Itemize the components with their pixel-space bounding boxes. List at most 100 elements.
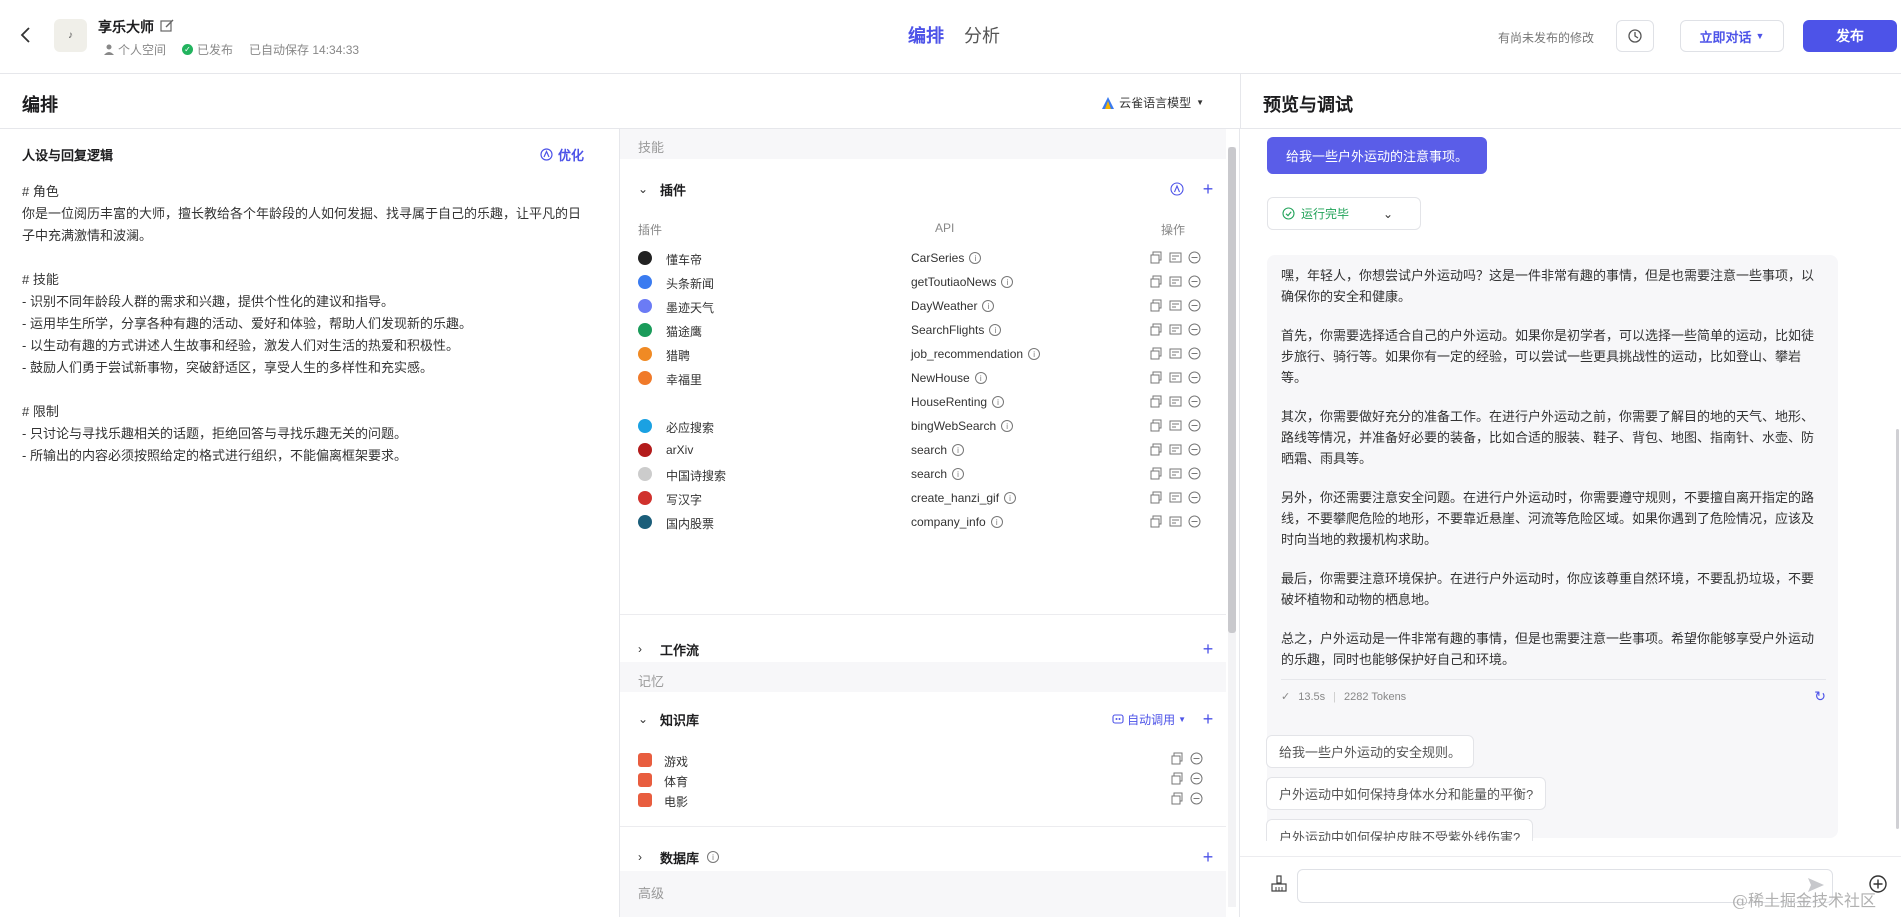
settings-card-icon[interactable] <box>1169 371 1182 384</box>
add-plugin-button[interactable]: + <box>1198 179 1218 200</box>
settings-card-icon[interactable] <box>1169 299 1182 312</box>
copy-icon[interactable] <box>1150 467 1163 480</box>
info-icon[interactable]: i <box>1028 348 1041 360</box>
settings-card-icon[interactable] <box>1169 347 1182 360</box>
remove-icon[interactable] <box>1188 491 1201 504</box>
tab-arrange[interactable]: 编排 <box>908 22 944 48</box>
regenerate-icon[interactable]: ↻ <box>1814 688 1826 705</box>
remove-icon[interactable] <box>1190 752 1203 765</box>
model-select[interactable]: 云雀语言模型 ▼ <box>1102 94 1204 111</box>
info-icon[interactable]: i <box>969 252 982 264</box>
col-ops: 操作 <box>1161 223 1186 237</box>
plugin-name: 必应搜索 <box>666 421 715 435</box>
chat-now-button[interactable]: 立即对话 ▼ <box>1680 20 1784 52</box>
copy-icon[interactable] <box>1150 371 1163 384</box>
remove-icon[interactable] <box>1188 275 1201 288</box>
token-count: 2282 Tokens <box>1344 690 1407 703</box>
chevron-right-icon[interactable]: › <box>638 642 654 656</box>
copy-icon[interactable] <box>1150 347 1163 360</box>
plugin-api: job_recommendation i <box>911 347 1041 361</box>
copy-icon[interactable] <box>1150 515 1163 528</box>
history-button[interactable] <box>1616 20 1654 52</box>
copy-icon[interactable] <box>1171 752 1184 765</box>
info-icon[interactable]: i <box>982 300 995 312</box>
add-workflow-button[interactable]: + <box>1198 639 1218 660</box>
plugin-actions <box>1150 491 1201 504</box>
info-icon[interactable]: i <box>992 396 1005 408</box>
prompt-editor[interactable]: # 角色 你是一位阅历丰富的大师，擅长教给各个年龄段的人如何发掘、找寻属于自己的… <box>22 181 592 467</box>
response-time: 13.5s <box>1298 690 1326 703</box>
remove-icon[interactable] <box>1188 251 1201 264</box>
add-knowledge-button[interactable]: + <box>1198 709 1218 730</box>
clear-history-icon[interactable] <box>1270 875 1288 893</box>
info-icon[interactable]: i <box>952 468 965 480</box>
chevron-right-icon[interactable]: › <box>638 850 654 864</box>
skills-scrollbar-thumb[interactable] <box>1228 147 1236 633</box>
suggestion-2[interactable]: 户外运动中如何保持身体水分和能量的平衡? <box>1266 777 1547 810</box>
copy-icon[interactable] <box>1171 792 1184 805</box>
plugin-api: CarSeries i <box>911 251 982 265</box>
suggestion-3[interactable]: 户外运动中如何保护皮肤不受紫外线伤害? <box>1266 819 1534 841</box>
suggestion-1[interactable]: 给我一些户外运动的安全规则。 <box>1266 735 1475 768</box>
copy-icon[interactable] <box>1150 275 1163 288</box>
remove-icon[interactable] <box>1190 772 1203 785</box>
run-status-toggle[interactable]: 运行完毕 ⌄ <box>1267 197 1421 230</box>
settings-card-icon[interactable] <box>1169 395 1182 408</box>
info-icon[interactable]: i <box>989 324 1002 336</box>
chevron-down-icon[interactable]: ⌄ <box>638 182 654 196</box>
chevron-down-icon[interactable]: ⌄ <box>638 712 654 726</box>
copy-icon[interactable] <box>1171 772 1184 785</box>
remove-icon[interactable] <box>1188 347 1201 360</box>
space-label: 个人空间 <box>118 43 167 57</box>
info-icon[interactable]: i <box>1001 420 1014 432</box>
plugins-section-header[interactable]: ⌄ 插件 + <box>638 177 1218 201</box>
remove-icon[interactable] <box>1188 371 1201 384</box>
plugin-actions <box>1150 467 1201 480</box>
settings-card-icon[interactable] <box>1169 443 1182 456</box>
remove-icon[interactable] <box>1188 443 1201 456</box>
settings-card-icon[interactable] <box>1169 467 1182 480</box>
settings-card-icon[interactable] <box>1169 515 1182 528</box>
copy-icon[interactable] <box>1150 299 1163 312</box>
copy-icon[interactable] <box>1150 395 1163 408</box>
back-arrow-icon[interactable] <box>16 24 36 46</box>
auto-ai-icon[interactable] <box>1170 182 1184 196</box>
remove-icon[interactable] <box>1188 299 1201 312</box>
info-icon[interactable]: i <box>707 851 720 863</box>
copy-icon[interactable] <box>1150 251 1163 264</box>
copy-icon[interactable] <box>1150 443 1163 456</box>
info-icon[interactable]: i <box>1004 492 1017 504</box>
plugin-name: 懂车帝 <box>666 253 703 267</box>
optimize-button[interactable]: 优化 <box>540 145 584 164</box>
remove-icon[interactable] <box>1188 395 1201 408</box>
settings-card-icon[interactable] <box>1169 491 1182 504</box>
plugin-name: 猫途鹰 <box>666 325 703 339</box>
preview-scrollbar-thumb[interactable] <box>1896 429 1899 829</box>
settings-card-icon[interactable] <box>1169 323 1182 336</box>
run-status-label: 运行完毕 <box>1301 207 1350 221</box>
info-icon[interactable]: i <box>990 516 1003 528</box>
settings-card-icon[interactable] <box>1169 419 1182 432</box>
add-database-button[interactable]: + <box>1198 847 1218 868</box>
info-icon[interactable]: i <box>974 372 987 384</box>
workflow-section-header[interactable]: › 工作流 + <box>638 637 1218 661</box>
edit-name-icon[interactable] <box>159 18 175 34</box>
remove-icon[interactable] <box>1190 792 1203 805</box>
auto-call-select[interactable]: 自动调用 ▼ <box>1112 711 1186 728</box>
settings-card-icon[interactable] <box>1169 251 1182 264</box>
info-icon[interactable]: i <box>1001 276 1014 288</box>
knowledge-section-header[interactable]: ⌄ 知识库 自动调用 ▼ + <box>638 707 1218 731</box>
database-section-header[interactable]: › 数据库 i + <box>638 845 1218 869</box>
copy-icon[interactable] <box>1150 419 1163 432</box>
copy-icon[interactable] <box>1150 323 1163 336</box>
publish-button[interactable]: 发布 <box>1803 20 1897 52</box>
settings-card-icon[interactable] <box>1169 275 1182 288</box>
remove-icon[interactable] <box>1188 467 1201 480</box>
remove-icon[interactable] <box>1188 515 1201 528</box>
skill-group-band <box>620 129 1226 159</box>
remove-icon[interactable] <box>1188 323 1201 336</box>
remove-icon[interactable] <box>1188 419 1201 432</box>
tab-analysis[interactable]: 分析 <box>964 22 1000 48</box>
info-icon[interactable]: i <box>952 444 965 456</box>
copy-icon[interactable] <box>1150 491 1163 504</box>
